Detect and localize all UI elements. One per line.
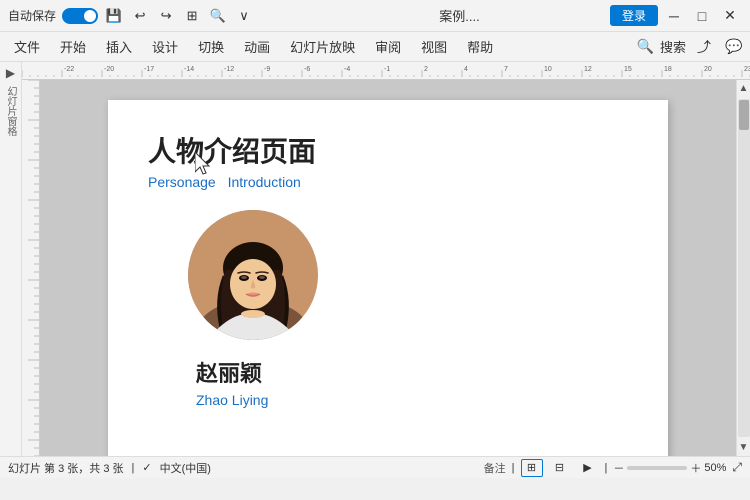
slide-area: // will be rendered via JS below -22-20-… [22,62,750,456]
canvas-area[interactable]: 人物介绍页面 Personage Introduction [40,80,736,456]
svg-text:2: 2 [424,66,428,73]
svg-text:23: 23 [744,66,750,73]
menu-bar-right: 🔍 搜索 ⤴ 💬 [637,35,746,59]
fit-page-button[interactable]: ⤢ [732,460,742,475]
menu-file[interactable]: 文件 [4,33,50,60]
menu-home[interactable]: 开始 [50,33,96,60]
autosave-toggle[interactable] [62,8,98,24]
accessibility-icon: ✓ [142,461,151,474]
search-small-icon[interactable]: 🔍 [208,6,228,26]
scroll-track[interactable] [738,99,750,437]
svg-text:20: 20 [704,66,712,73]
svg-text:7: 7 [504,66,508,73]
search-label: 搜索 [660,37,686,56]
title-bar-left: 自动保存 💾 ↩ ↪ ⊞ 🔍 ∨ [8,6,309,26]
svg-text:4: 4 [464,66,468,73]
maximize-button[interactable]: □ [690,6,714,26]
ruler-left-svg [22,80,40,456]
title-bar: 自动保存 💾 ↩ ↪ ⊞ 🔍 ∨ 案例.... 登录 ─ □ ✕ [0,0,750,32]
scroll-up-arrow[interactable]: ▲ [736,80,750,97]
menu-design[interactable]: 设计 [142,33,188,60]
comment-icon[interactable]: 💬 [722,35,746,59]
subtitle-personage: Personage [148,174,216,190]
slide-content: 人物介绍页面 Personage Introduction [108,100,668,438]
slide-info: 幻灯片 第 3 张，共 3 张 [8,460,124,476]
main-area: ▶ 幻灯片窗格 // will be rendered via JS below… [0,62,750,456]
svg-text:-22: -22 [64,66,74,73]
scroll-thumb[interactable] [739,100,749,130]
ruler-top-svg: // will be rendered via JS below -22-20-… [22,62,750,77]
svg-text:-20: -20 [104,66,114,73]
portrait-circle [188,210,318,340]
menu-bar: 文件 开始 插入 设计 切换 动画 幻灯片放映 审阅 视图 帮助 🔍 搜索 ⤴ … [0,32,750,62]
search-icon[interactable]: 🔍 [637,38,654,55]
menu-slideshow[interactable]: 幻灯片放映 [280,33,365,60]
ruler-top: // will be rendered via JS below -22-20-… [22,62,750,80]
svg-text:-4: -4 [344,66,350,73]
normal-view-button[interactable]: ⊞ [521,459,543,477]
title-bar-title: 案例.... [309,6,610,25]
svg-text:-14: -14 [184,66,194,73]
status-separator-3: | [605,462,608,474]
close-button[interactable]: ✕ [718,6,742,26]
title-bar-right: 登录 ─ □ ✕ [610,5,742,26]
slide[interactable]: 人物介绍页面 Personage Introduction [108,100,668,456]
ruler-left [22,80,40,456]
status-bar: 幻灯片 第 3 张，共 3 张 | ✓ 中文(中国) 备注 | ⊞ ⊟ ▶ | … [0,456,750,478]
svg-text:10: 10 [544,66,552,73]
layout-icon[interactable]: ⊞ [182,6,202,26]
sidebar-expand-arrow[interactable]: ▶ [6,66,15,80]
right-scrollbar: ▲ ▼ [736,80,750,456]
menu-view[interactable]: 视图 [411,33,457,60]
svg-text:-1: -1 [384,66,390,73]
menu-help[interactable]: 帮助 [457,33,503,60]
scroll-down-arrow[interactable]: ▼ [736,439,750,456]
left-sidebar: ▶ 幻灯片窗格 [0,62,22,456]
subtitle-introduction: Introduction [228,174,301,190]
slide-sorter-button[interactable]: ⊟ [549,459,571,477]
svg-text:12: 12 [584,66,592,73]
autosave-label: 自动保存 [8,7,56,24]
zoom-control: － ＋ 50% [613,460,726,476]
language-label: 中文(中国) [160,460,211,476]
share-icon[interactable]: ⤴ [692,35,716,59]
svg-text:18: 18 [664,66,672,73]
slide-title-zh: 人物介绍页面 [148,130,628,170]
menu-review[interactable]: 审阅 [365,33,411,60]
person-name-en: Zhao Liying [148,392,628,408]
save-icon[interactable]: 💾 [104,6,124,26]
slide-container: 人物介绍页面 Personage Introduction [22,80,750,456]
minimize-button[interactable]: ─ [662,6,686,26]
undo-icon[interactable]: ↩ [130,6,150,26]
sidebar-panel-label: 幻灯片窗格 [3,86,18,136]
status-separator-1: | [132,462,135,474]
dropdown-icon[interactable]: ∨ [234,6,254,26]
svg-text:-6: -6 [304,66,310,73]
zoom-in-button[interactable]: ＋ [690,460,701,476]
status-separator-2: | [512,462,515,474]
svg-text:15: 15 [624,66,632,73]
reading-view-button[interactable]: ▶ [577,459,599,477]
svg-text:-17: -17 [144,66,154,73]
svg-text:-9: -9 [264,66,270,73]
person-name-zh: 赵丽颖 [148,356,628,388]
zoom-slider[interactable] [627,466,687,470]
document-title: 案例.... [439,9,479,24]
portrait-svg [188,210,318,340]
menu-switch[interactable]: 切换 [188,33,234,60]
notes-label[interactable]: 备注 [484,460,506,476]
zoom-level-label: 50% [704,462,726,474]
svg-text:-12: -12 [224,66,234,73]
status-bar-right: 备注 | ⊞ ⊟ ▶ | － ＋ 50% ⤢ [484,459,742,477]
menu-insert[interactable]: 插入 [96,33,142,60]
slide-subtitle-en: Personage Introduction [148,174,628,190]
redo-icon[interactable]: ↪ [156,6,176,26]
login-button[interactable]: 登录 [610,5,658,26]
zoom-out-button[interactable]: － [613,460,624,476]
menu-animate[interactable]: 动画 [234,33,280,60]
